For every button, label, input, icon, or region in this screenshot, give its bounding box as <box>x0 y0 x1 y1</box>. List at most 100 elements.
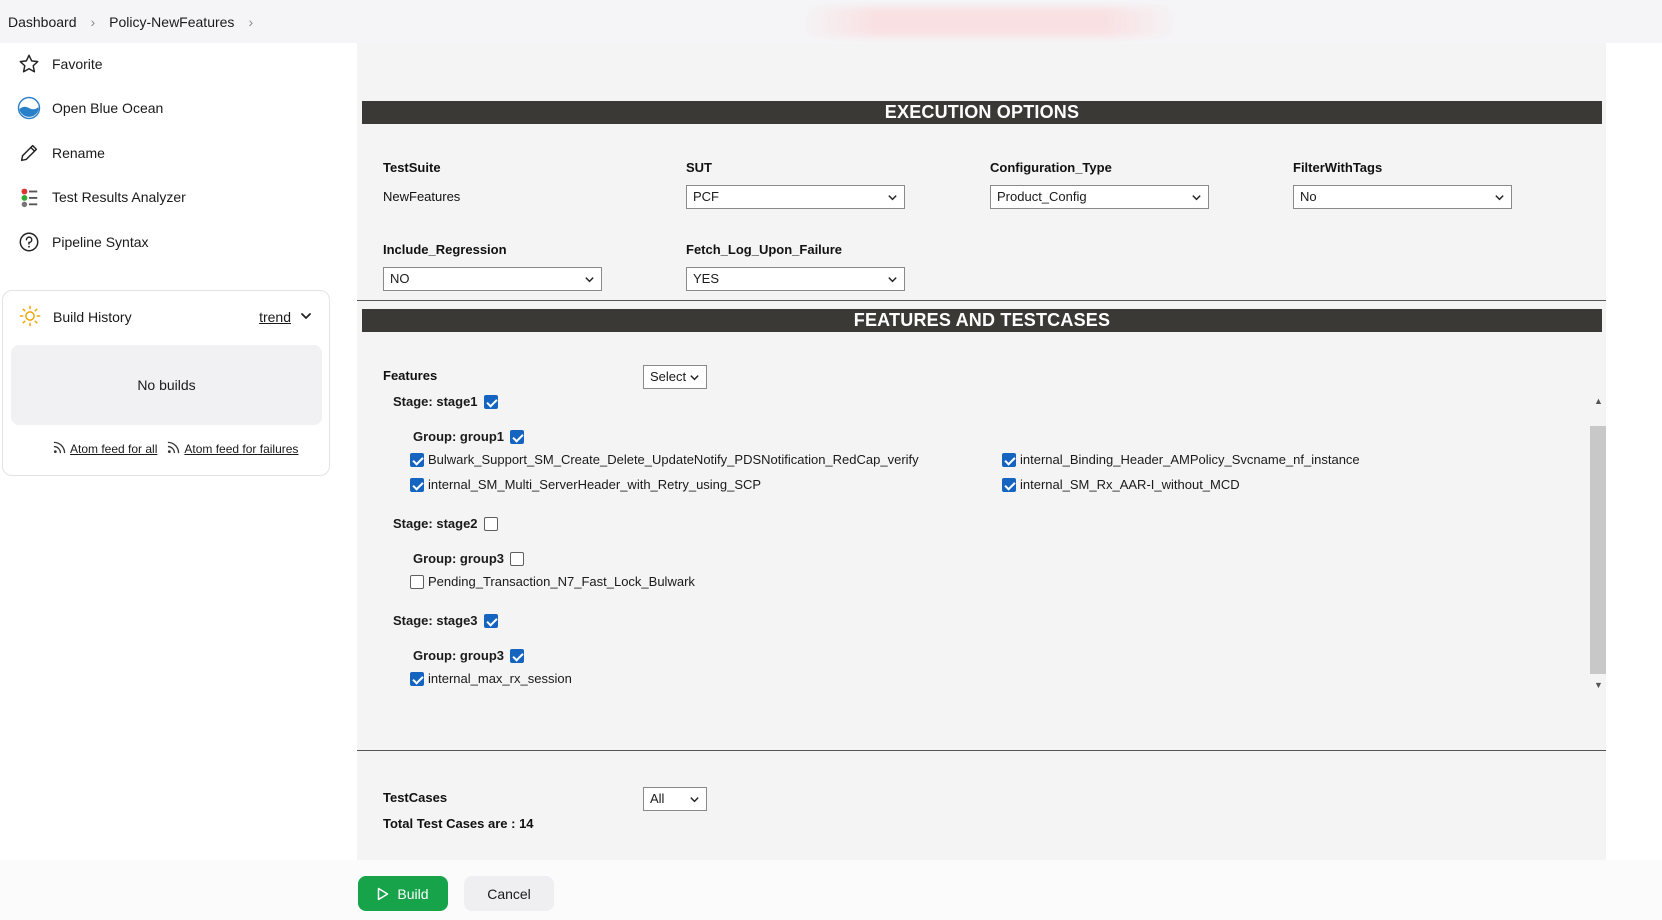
scroll-down-icon[interactable]: ▼ <box>1594 680 1603 690</box>
sidebar-item-open-blue-ocean[interactable]: Open Blue Ocean <box>16 95 163 121</box>
group1-row: Group: group1 <box>413 429 524 444</box>
chevron-down-icon <box>584 268 595 290</box>
stage2-checkbox[interactable] <box>483 516 498 531</box>
help-icon <box>16 229 42 255</box>
testcases-select[interactable]: All <box>643 787 707 811</box>
testcase-label: Bulwark_Support_SM_Create_Delete_UpdateN… <box>428 452 919 467</box>
group3-stage3-row: Group: group3 <box>413 648 524 663</box>
testcase-checkbox[interactable] <box>410 477 424 492</box>
cancel-button[interactable]: Cancel <box>464 876 554 911</box>
testcase-label: internal_Binding_Header_AMPolicy_Svcname… <box>1020 452 1360 467</box>
chevron-down-icon <box>1494 186 1505 208</box>
features-testcases-header: FEATURES AND TESTCASES <box>362 309 1602 332</box>
sut-select[interactable]: PCF <box>686 185 905 209</box>
stage1-checkbox[interactable] <box>483 394 498 409</box>
sidebar-item-favorite[interactable]: Favorite <box>16 51 103 77</box>
features-select[interactable]: Select <box>643 365 707 389</box>
divider <box>357 300 1606 301</box>
sidebar-item-label: Pipeline Syntax <box>52 234 149 250</box>
blue-ocean-icon <box>16 95 42 121</box>
total-testcases-text: Total Test Cases are : 14 <box>383 816 534 831</box>
filter-with-tags-select[interactable]: No <box>1293 185 1512 209</box>
star-icon <box>16 51 42 77</box>
chevron-right-icon[interactable]: › <box>248 14 253 30</box>
filter-with-tags-label: FilterWithTags <box>1293 160 1383 175</box>
testcase-row: internal_SM_Rx_AAR-I_without_MCD <box>1002 477 1240 492</box>
sidebar-item-label: Rename <box>52 145 105 161</box>
sidebar-item-test-results-analyzer[interactable]: Test Results Analyzer <box>16 184 186 210</box>
configuration-type-select[interactable]: Product_Config <box>990 185 1209 209</box>
group1-label: Group: group1 <box>413 429 504 444</box>
build-history-card: Build History trend No builds Atom feed … <box>2 290 330 476</box>
testsuite-label: TestSuite <box>383 160 441 175</box>
sidebar-item-label: Test Results Analyzer <box>52 189 186 205</box>
chevron-down-icon <box>1191 186 1202 208</box>
rss-icon <box>53 441 66 457</box>
include-regression-value: NO <box>390 271 410 286</box>
breadcrumb-dashboard[interactable]: Dashboard <box>8 14 77 30</box>
sut-select-value: PCF <box>693 189 719 204</box>
stage2-label: Stage: stage2 <box>393 516 478 531</box>
cancel-button-label: Cancel <box>487 885 531 902</box>
sidebar-item-label: Open Blue Ocean <box>52 100 164 116</box>
features-scrollbar-thumb[interactable] <box>1590 426 1606 674</box>
features-label: Features <box>383 368 438 383</box>
build-button-label: Build <box>397 885 429 902</box>
testcase-row: Bulwark_Support_SM_Create_Delete_UpdateN… <box>410 452 919 467</box>
chevron-down-icon[interactable] <box>299 309 313 326</box>
fetch-log-select[interactable]: YES <box>686 267 905 291</box>
chevron-down-icon <box>689 788 700 810</box>
build-history-title: Build History <box>53 309 132 325</box>
stage2-row: Stage: stage2 <box>393 516 498 531</box>
stage1-label: Stage: stage1 <box>393 394 478 409</box>
stage3-label: Stage: stage3 <box>393 613 478 628</box>
execution-options-header: EXECUTION OPTIONS <box>362 101 1602 124</box>
fetch-log-label: Fetch_Log_Upon_Failure <box>686 242 843 257</box>
atom-feed-failures-link[interactable]: Atom feed for failures <box>167 441 298 457</box>
chevron-down-icon <box>689 366 700 388</box>
testcase-checkbox[interactable] <box>1002 452 1016 467</box>
group3-checkbox[interactable] <box>510 551 524 566</box>
chevron-right-icon: › <box>90 13 96 30</box>
testcase-row: internal_Binding_Header_AMPolicy_Svcname… <box>1002 452 1360 467</box>
sidebar-item-rename[interactable]: Rename <box>16 140 105 166</box>
build-button[interactable]: Build <box>358 876 448 911</box>
breadcrumb: Dashboard › Policy-NewFeatures › <box>0 0 1662 43</box>
sidebar-item-pipeline-syntax[interactable]: Pipeline Syntax <box>16 229 149 255</box>
features-select-value: Select <box>650 369 687 384</box>
testcase-row: Pending_Transaction_N7_Fast_Lock_Bulwark <box>410 574 695 589</box>
atom-feed-all-link[interactable]: Atom feed for all <box>53 441 157 457</box>
scroll-up-icon[interactable]: ▲ <box>1594 396 1603 406</box>
sun-icon <box>19 305 41 330</box>
group1-checkbox[interactable] <box>510 429 524 444</box>
divider <box>357 750 1606 751</box>
group3-row: Group: group3 <box>413 551 524 566</box>
testcase-checkbox[interactable] <box>410 452 424 467</box>
configuration-type-value: Product_Config <box>997 189 1087 204</box>
group3-label: Group: group3 <box>413 648 504 663</box>
include-regression-select[interactable]: NO <box>383 267 602 291</box>
testcase-label: internal_max_rx_session <box>428 671 572 686</box>
atom-feed-all-label: Atom feed for all <box>70 442 158 456</box>
filter-with-tags-value: No <box>1300 189 1317 204</box>
testcase-label: internal_SM_Rx_AAR-I_without_MCD <box>1020 477 1240 492</box>
analyzer-icon <box>16 184 42 210</box>
testcases-select-value: All <box>650 791 665 806</box>
blurred-banner <box>800 7 1180 37</box>
testcase-checkbox[interactable] <box>410 574 424 589</box>
stage1-row: Stage: stage1 <box>393 394 498 409</box>
atom-feed-failures-label: Atom feed for failures <box>184 442 299 456</box>
trend-link[interactable]: trend <box>259 309 291 325</box>
group3-checkbox[interactable] <box>510 648 524 663</box>
testcases-label: TestCases <box>383 790 448 805</box>
include-regression-label: Include_Regression <box>383 242 507 257</box>
build-history-header: Build History trend <box>19 305 313 329</box>
testcase-checkbox[interactable] <box>410 671 424 686</box>
stage3-checkbox[interactable] <box>483 613 498 628</box>
testcase-checkbox[interactable] <box>1002 477 1016 492</box>
testcase-label: internal_SM_Multi_ServerHeader_with_Retr… <box>428 477 762 492</box>
chevron-down-icon <box>887 268 898 290</box>
stage3-row: Stage: stage3 <box>393 613 498 628</box>
atom-feeds: Atom feed for all Atom feed for failures <box>53 441 298 457</box>
breadcrumb-job[interactable]: Policy-NewFeatures <box>109 14 234 30</box>
